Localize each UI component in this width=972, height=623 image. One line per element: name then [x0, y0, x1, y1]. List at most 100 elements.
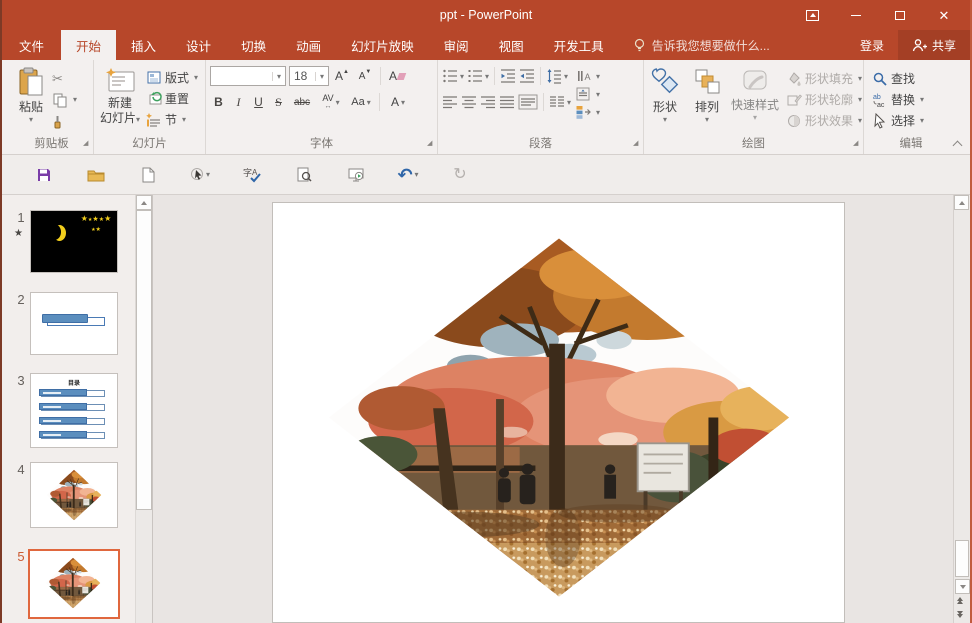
- font-size-combo[interactable]: 18▾: [289, 66, 329, 86]
- shape-effects-button[interactable]: 形状效果: [786, 110, 862, 131]
- vertical-scrollbar[interactable]: [953, 195, 970, 623]
- justify-button[interactable]: [499, 92, 515, 112]
- slide-picture-diamond[interactable]: [323, 233, 795, 602]
- tab-design[interactable]: 设计: [171, 30, 226, 60]
- font-color-button[interactable]: A: [385, 92, 411, 112]
- slide-thumbnail-1[interactable]: ★★★★★★★: [30, 210, 118, 273]
- shadow-button[interactable]: S: [270, 92, 287, 112]
- maximize-button[interactable]: [878, 0, 922, 30]
- tab-insert[interactable]: 插入: [116, 30, 171, 60]
- slide-canvas[interactable]: [272, 202, 845, 623]
- new-slide-button[interactable]: 新建幻灯片▾: [94, 63, 146, 135]
- decrease-indent-button[interactable]: [500, 66, 516, 86]
- slide-number: 2: [12, 292, 30, 307]
- clipboard-group-label: 剪贴板: [34, 138, 69, 150]
- redo-button[interactable]: ↻: [434, 167, 486, 183]
- text-direction-icon: A: [575, 68, 591, 84]
- tab-transitions[interactable]: 切换: [226, 30, 281, 60]
- touch-mouse-mode-button[interactable]: ▾: [174, 167, 226, 183]
- ribbon-display-options-button[interactable]: [790, 0, 834, 30]
- find-button[interactable]: 查找: [872, 68, 958, 89]
- underline-button[interactable]: U: [250, 92, 267, 112]
- sign-in-link[interactable]: 登录: [846, 30, 898, 60]
- panel-scrollbar-thumb[interactable]: [136, 210, 152, 510]
- replace-icon: abac: [872, 92, 888, 108]
- layout-button[interactable]: 版式: [146, 67, 198, 88]
- paste-button[interactable]: 粘贴 ▾: [10, 63, 52, 135]
- tab-slideshow[interactable]: 幻灯片放映: [336, 30, 429, 60]
- shape-outline-button[interactable]: 形状轮廓: [786, 89, 862, 110]
- moon-graphic: [53, 225, 67, 243]
- start-slideshow-button[interactable]: [330, 167, 382, 183]
- text-direction-button[interactable]: A: [575, 67, 600, 85]
- select-button[interactable]: 选择: [872, 110, 958, 131]
- undo-button[interactable]: ↶▾: [382, 166, 434, 184]
- align-right-button[interactable]: [480, 92, 496, 112]
- share-button[interactable]: 共享: [898, 30, 970, 60]
- open-button[interactable]: [70, 168, 122, 182]
- character-spacing-button[interactable]: AV↔: [317, 92, 345, 112]
- tab-review[interactable]: 审阅: [429, 30, 484, 60]
- numbering-button[interactable]: [467, 66, 489, 86]
- paste-dropdown-caret[interactable]: ▾: [29, 115, 33, 124]
- align-center-button[interactable]: [461, 92, 477, 112]
- columns-button[interactable]: [549, 92, 571, 112]
- bold-button[interactable]: B: [210, 92, 227, 112]
- copy-button[interactable]: [52, 89, 77, 110]
- line-spacing-button[interactable]: [546, 66, 568, 86]
- bullets-button[interactable]: [442, 66, 464, 86]
- quick-styles-button[interactable]: 快速样式 ▾: [728, 63, 782, 135]
- scroll-up-button[interactable]: [954, 195, 969, 210]
- clear-formatting-button[interactable]: A: [386, 66, 408, 86]
- align-left-button[interactable]: [442, 92, 458, 112]
- scrollbar-thumb[interactable]: [955, 540, 969, 577]
- increase-indent-button[interactable]: [519, 66, 535, 86]
- grow-font-button[interactable]: A▲: [332, 66, 352, 86]
- change-case-button[interactable]: Aa: [348, 92, 374, 112]
- thumbnail-panel-scrollbar[interactable]: [135, 195, 153, 623]
- spelling-button[interactable]: 字A: [226, 167, 278, 183]
- drawing-dialog-launcher[interactable]: [853, 143, 860, 150]
- section-button[interactable]: 节: [146, 109, 198, 130]
- arrange-button[interactable]: 排列 ▾: [686, 63, 728, 135]
- save-button[interactable]: [18, 167, 70, 183]
- slide-thumbnail-4[interactable]: [30, 462, 118, 528]
- cut-button[interactable]: ✂: [52, 68, 77, 89]
- scroll-down-button[interactable]: [955, 579, 970, 594]
- powerpoint-window: ppt - PowerPoint ✕ 文件 开始 插入 设计 切换 动画 幻灯片…: [0, 0, 972, 623]
- shape-fill-button[interactable]: 形状填充: [786, 68, 862, 89]
- new-document-button[interactable]: [122, 167, 174, 183]
- minimize-button[interactable]: [834, 0, 878, 30]
- convert-smartart-button[interactable]: [575, 103, 600, 121]
- clipboard-dialog-launcher[interactable]: [83, 143, 90, 150]
- font-dialog-launcher[interactable]: [427, 143, 434, 150]
- print-preview-button[interactable]: [278, 167, 330, 183]
- next-slide-button[interactable]: [957, 611, 963, 618]
- paragraph-dialog-launcher[interactable]: [633, 143, 640, 150]
- previous-slide-button[interactable]: [957, 597, 963, 604]
- share-person-icon: [912, 39, 927, 52]
- tab-home[interactable]: 开始: [61, 30, 116, 60]
- collapse-ribbon-button[interactable]: [953, 140, 962, 146]
- font-name-combo[interactable]: ▾: [210, 66, 286, 86]
- shapes-button[interactable]: 形状 ▾: [644, 63, 686, 135]
- tab-animations[interactable]: 动画: [281, 30, 336, 60]
- slide-thumbnail-3[interactable]: 目录: [30, 373, 118, 448]
- shrink-font-button[interactable]: A▼: [355, 66, 375, 86]
- close-button[interactable]: ✕: [922, 0, 966, 30]
- strikethrough-button[interactable]: abc: [290, 92, 314, 112]
- tab-developer[interactable]: 开发工具: [539, 30, 619, 60]
- align-text-button[interactable]: [575, 85, 600, 103]
- tab-file[interactable]: 文件: [2, 30, 61, 60]
- italic-button[interactable]: I: [230, 92, 247, 112]
- tab-view[interactable]: 视图: [484, 30, 539, 60]
- slide-thumbnail-2[interactable]: [30, 292, 118, 355]
- tell-me-search[interactable]: 告诉我您想要做什么...: [633, 30, 770, 60]
- reset-button[interactable]: 重置: [146, 88, 198, 109]
- panel-scroll-up-button[interactable]: [136, 195, 152, 210]
- distribute-text-button[interactable]: [518, 92, 538, 112]
- slide-thumbnail-5-selected[interactable]: [28, 549, 120, 619]
- list-bar-graphic: [41, 404, 105, 411]
- replace-button[interactable]: abac 替换: [872, 89, 958, 110]
- format-painter-button[interactable]: [52, 110, 77, 131]
